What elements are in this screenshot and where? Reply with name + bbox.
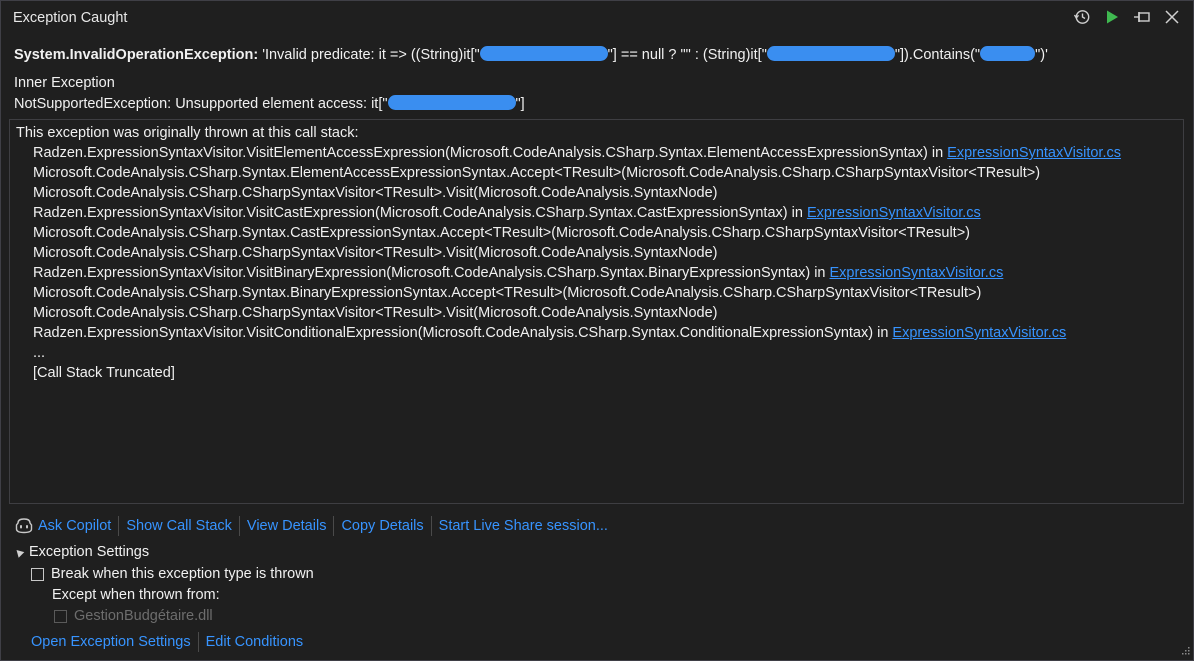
break-when-thrown-option[interactable]: Break when this exception type is thrown <box>31 566 314 582</box>
stack-frame: Radzen.ExpressionSyntaxVisitor.VisitCond… <box>33 325 1067 341</box>
collapse-triangle-icon[interactable] <box>13 546 25 558</box>
inner-exception-title: Inner Exception <box>14 75 115 91</box>
source-file-link[interactable]: ExpressionSyntaxVisitor.cs <box>830 265 1004 281</box>
play-icon <box>1107 10 1118 24</box>
window-title: Exception Caught <box>13 10 128 26</box>
redacted-text <box>766 46 895 61</box>
exception-message: System.InvalidOperationException: 'Inval… <box>14 46 1184 63</box>
resize-grip-icon[interactable] <box>1180 647 1190 657</box>
title-buttons <box>1069 6 1185 28</box>
close-icon <box>1165 10 1179 24</box>
separator <box>430 516 432 536</box>
live-share-link[interactable]: Start Live Share session... <box>439 518 608 534</box>
exception-settings-header[interactable]: Exception Settings <box>13 544 150 560</box>
view-details-link[interactable]: View Details <box>247 518 327 534</box>
copilot-icon[interactable] <box>14 517 34 535</box>
inner-exception-message: NotSupportedException: Unsupported eleme… <box>14 95 525 112</box>
continue-button[interactable] <box>1099 6 1125 28</box>
stack-frame: Microsoft.CodeAnalysis.CSharp.Syntax.Cas… <box>33 225 970 241</box>
settings-links: Open Exception Settings Edit Conditions <box>31 632 303 652</box>
stack-frame: Microsoft.CodeAnalysis.CSharp.CSharpSynt… <box>33 185 718 201</box>
exception-settings-title: Exception Settings <box>29 544 150 560</box>
title-bar: Exception Caught <box>1 1 1193 35</box>
exception-text-2: "] == null ? "" : (String)it[" <box>607 47 767 63</box>
break-when-thrown-checkbox[interactable] <box>31 567 44 581</box>
break-when-thrown-label: Break when this exception type is thrown <box>51 566 314 582</box>
history-icon <box>1073 10 1090 24</box>
copy-details-link[interactable]: Copy Details <box>341 518 423 534</box>
except-when-thrown-label: Except when thrown from: <box>52 587 220 603</box>
stack-frame: Microsoft.CodeAnalysis.CSharp.CSharpSynt… <box>33 245 718 261</box>
action-links: Ask Copilot Show Call Stack View Details… <box>14 516 608 536</box>
stack-frame: Radzen.ExpressionSyntaxVisitor.VisitElem… <box>33 145 1121 161</box>
exception-text-1: 'Invalid predicate: it => ((String)it[" <box>262 47 480 63</box>
redacted-text <box>980 46 1036 61</box>
source-file-link[interactable]: ExpressionSyntaxVisitor.cs <box>947 145 1121 161</box>
separator <box>238 516 240 536</box>
ask-copilot-link[interactable]: Ask Copilot <box>38 518 111 534</box>
stack-frame: Microsoft.CodeAnalysis.CSharp.Syntax.Ele… <box>33 165 1041 181</box>
stack-frame: Microsoft.CodeAnalysis.CSharp.CSharpSynt… <box>33 305 718 321</box>
separator <box>197 632 199 652</box>
separator <box>118 516 120 536</box>
exception-text-3: "]).Contains(" <box>894 47 981 63</box>
open-exception-settings-link[interactable]: Open Exception Settings <box>31 634 191 650</box>
stack-frame: Radzen.ExpressionSyntaxVisitor.VisitBina… <box>33 265 1004 281</box>
exception-helper-window: Exception Caught System.InvalidOperation… <box>0 0 1194 661</box>
exception-type: System.InvalidOperationException: <box>14 47 259 63</box>
stack-ellipsis: ... <box>33 345 46 361</box>
exception-text-4: ")' <box>1035 47 1048 63</box>
pin-button[interactable] <box>1129 6 1155 28</box>
call-stack-box[interactable]: This exception was originally thrown at … <box>9 119 1184 504</box>
source-file-link[interactable]: ExpressionSyntaxVisitor.cs <box>892 325 1066 341</box>
close-button[interactable] <box>1159 6 1185 28</box>
dll-exclusion-checkbox <box>54 609 67 623</box>
inner-exception-prefix: NotSupportedException: Unsupported eleme… <box>14 96 388 112</box>
call-stack-header: This exception was originally thrown at … <box>16 125 359 141</box>
separator <box>333 516 335 536</box>
redacted-text <box>387 95 516 110</box>
redacted-text <box>479 46 608 61</box>
pin-icon <box>1134 12 1150 22</box>
stack-truncated: [Call Stack Truncated] <box>33 365 175 381</box>
stack-frame: Radzen.ExpressionSyntaxVisitor.VisitCast… <box>33 205 981 221</box>
edit-conditions-link[interactable]: Edit Conditions <box>206 634 304 650</box>
show-call-stack-link[interactable]: Show Call Stack <box>126 518 232 534</box>
dll-exclusion-option: GestionBudgétaire.dll <box>54 608 213 624</box>
inner-exception-suffix: "] <box>515 96 525 112</box>
history-button[interactable] <box>1069 6 1095 28</box>
call-stack-frames: Radzen.ExpressionSyntaxVisitor.VisitElem… <box>16 143 1177 383</box>
source-file-link[interactable]: ExpressionSyntaxVisitor.cs <box>807 205 981 221</box>
stack-frame: Microsoft.CodeAnalysis.CSharp.Syntax.Bin… <box>33 285 982 301</box>
dll-exclusion-label: GestionBudgétaire.dll <box>74 608 213 624</box>
